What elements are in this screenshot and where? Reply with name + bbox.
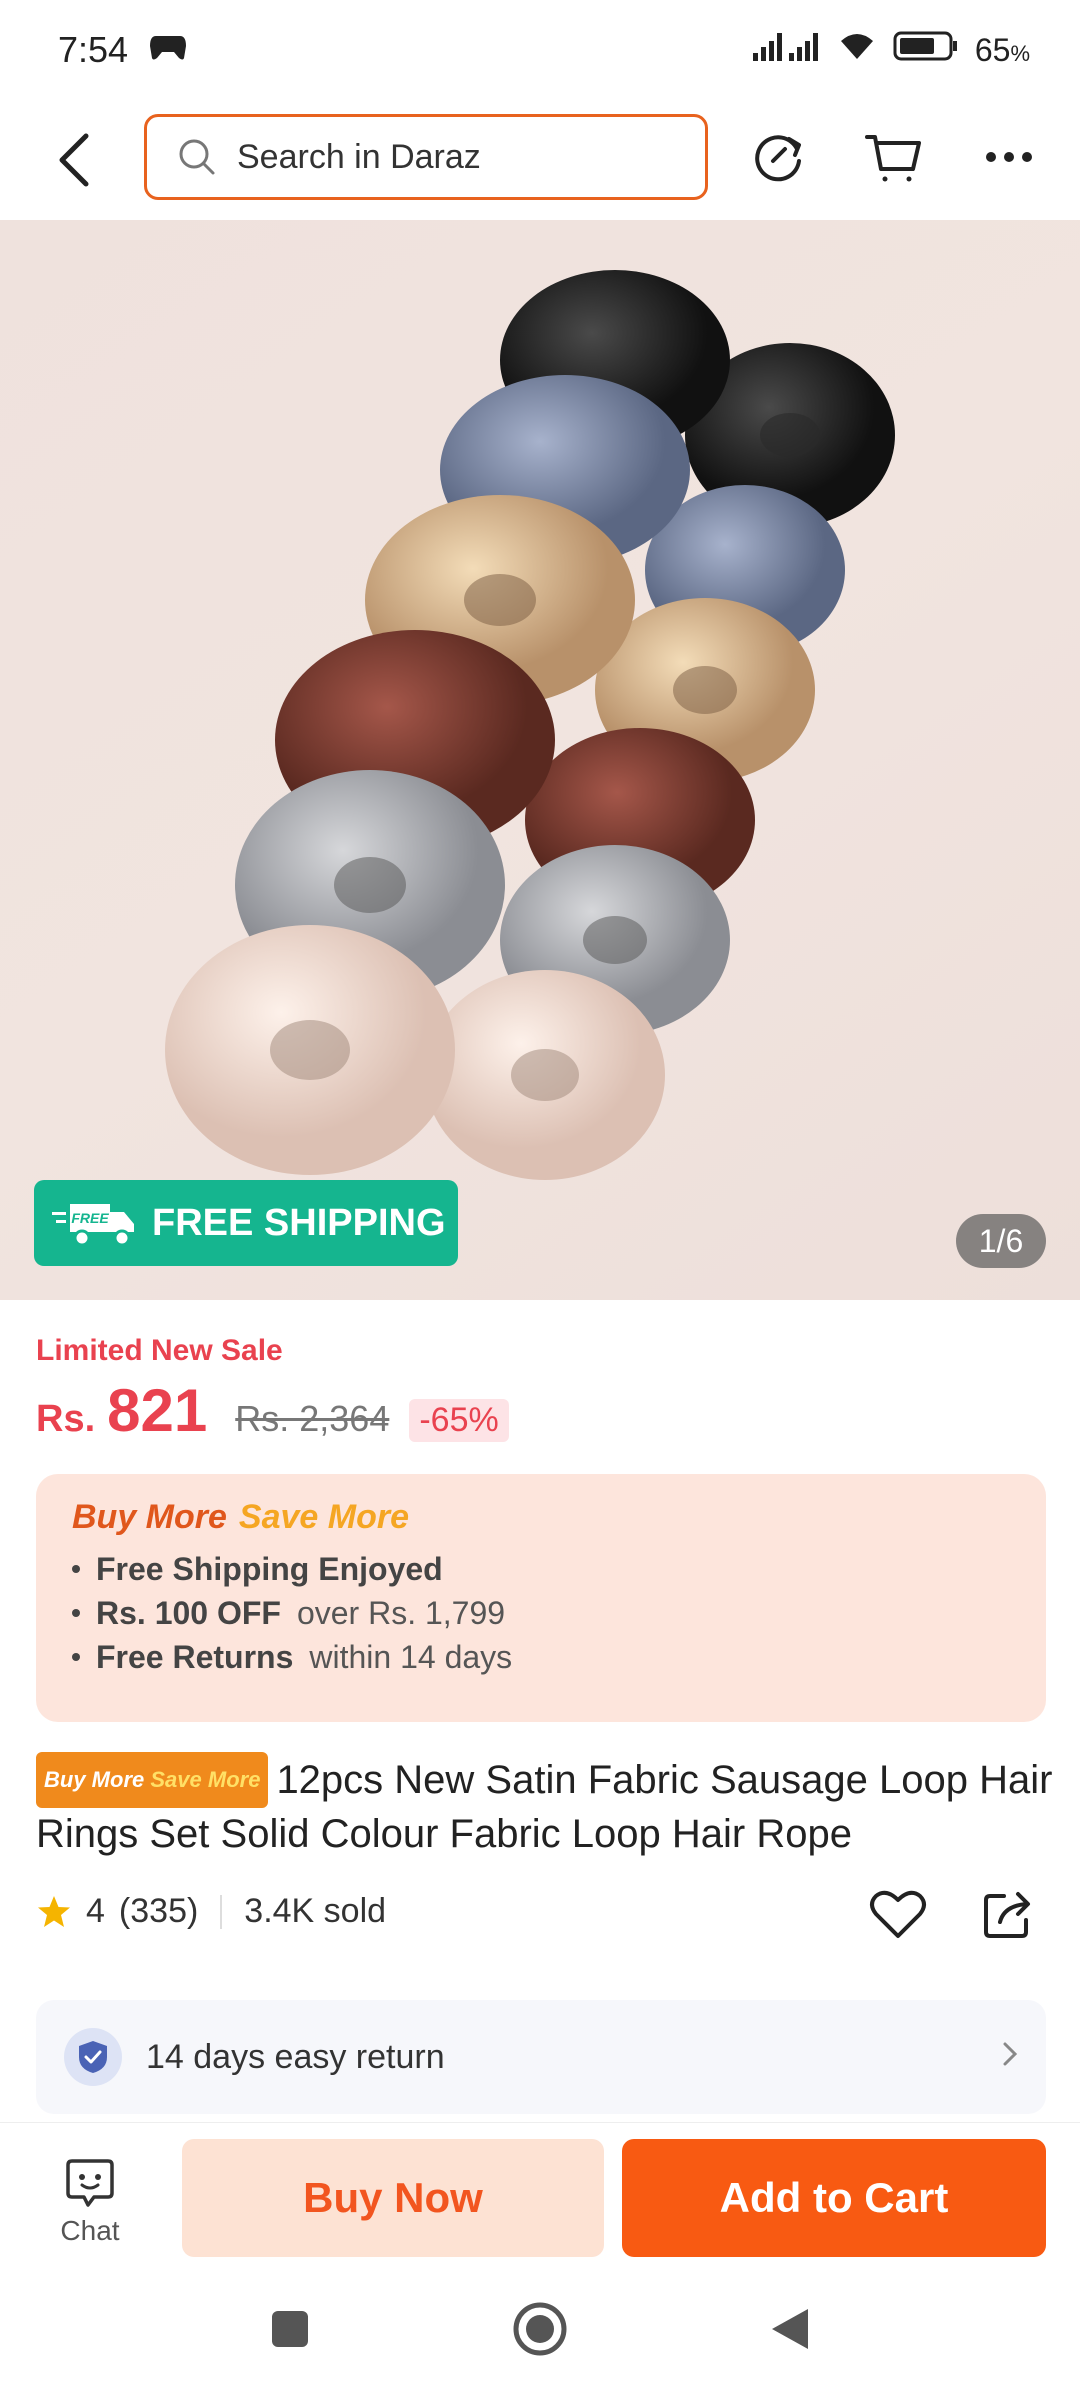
home-circle-icon [513, 2302, 567, 2355]
promo-item: Free Returns within 14 days [72, 1635, 1010, 1679]
top-header: Search in Daraz [0, 100, 1080, 220]
review-count: (335) [118, 1892, 199, 1930]
price-original: Rs. 2,364 [235, 1398, 390, 1439]
delivery-truck-icon: FREE [52, 1204, 134, 1247]
rating-value: 4 [86, 1892, 105, 1930]
promo-item: Free Shipping Enjoyed [72, 1547, 1010, 1591]
game-controller-icon [148, 29, 188, 71]
divider [220, 1894, 223, 1929]
shield-check-icon [64, 2028, 122, 2086]
sold-count: 3.4K sold [244, 1892, 387, 1930]
refresh-icon [755, 135, 801, 182]
back-arrow-icon [59, 133, 89, 187]
sale-label: Limited New Sale [36, 1334, 283, 1367]
image-counter: 1/6 [956, 1214, 1046, 1268]
product-title: Buy More Save More 12pcs New Satin Fabric… [36, 1752, 1056, 1860]
scrunchies-photo [165, 270, 895, 1180]
cart-button[interactable] [860, 124, 926, 190]
signal-icon [751, 29, 821, 71]
product-image-carousel[interactable]: FREE FREE SHIPPING 1/6 [0, 220, 1080, 1300]
return-policy-row[interactable]: 14 days easy return [36, 2000, 1046, 2114]
buy-more-badge: Buy More Save More [36, 1752, 269, 1808]
system-back-button[interactable] [768, 2305, 812, 2358]
recent-apps-button[interactable] [268, 2307, 312, 2356]
chat-button[interactable]: Chat [40, 2157, 140, 2247]
share-icon [984, 1892, 1030, 1938]
more-options-button[interactable] [976, 124, 1042, 190]
heart-icon [870, 1890, 926, 1938]
square-icon [272, 2310, 308, 2347]
refresh-button[interactable] [746, 124, 812, 190]
discount-badge: -65% [409, 1399, 509, 1442]
chat-icon [66, 2159, 114, 2207]
add-to-cart-button[interactable]: Add to Cart [622, 2139, 1046, 2257]
star-icon [38, 1895, 70, 1927]
system-nav-bar [0, 2262, 1080, 2400]
bottom-action-bar: Chat Buy Now Add to Cart [0, 2122, 1080, 2262]
battery-percent: 65 [974, 31, 1011, 68]
status-bar: 7:54 65% [58, 29, 1030, 71]
search-placeholder: Search in Daraz [237, 137, 481, 176]
more-dots-icon [986, 152, 1032, 162]
buy-more-promo[interactable]: Buy More Save More Free Shipping Enjoyed… [36, 1474, 1046, 1722]
cart-icon [865, 135, 921, 182]
price-row: Rs. 821 Rs. 2,364 -65% [36, 1376, 509, 1445]
return-policy-text: 14 days easy return [146, 2037, 445, 2076]
free-icon-text: FREE [71, 1210, 109, 1226]
share-button[interactable] [976, 1882, 1040, 1946]
free-shipping-label: FREE SHIPPING [152, 1201, 446, 1244]
promo-item: Rs. 100 OFF over Rs. 1,799 [72, 1591, 1010, 1635]
search-input[interactable]: Search in Daraz [144, 114, 708, 200]
search-icon [179, 139, 215, 175]
signal-icon-2 [837, 29, 877, 71]
back-button[interactable] [50, 128, 100, 192]
triangle-back-icon [772, 2308, 808, 2349]
home-button[interactable] [512, 2301, 568, 2362]
chat-label: Chat [60, 2215, 120, 2246]
buy-now-button[interactable]: Buy Now [182, 2139, 604, 2257]
chevron-right-icon [1002, 2039, 1018, 2076]
status-time: 7:54 [58, 29, 129, 70]
rating-row[interactable]: 4 (335) 3.4K sold [36, 1892, 386, 1931]
battery-icon [893, 29, 959, 71]
free-shipping-badge: FREE FREE SHIPPING [34, 1180, 458, 1266]
wishlist-button[interactable] [866, 1882, 930, 1946]
buy-more-title: Buy More Save More [72, 1498, 410, 1536]
price-currency: Rs. [36, 1398, 96, 1440]
price-current: 821 [107, 1377, 208, 1444]
